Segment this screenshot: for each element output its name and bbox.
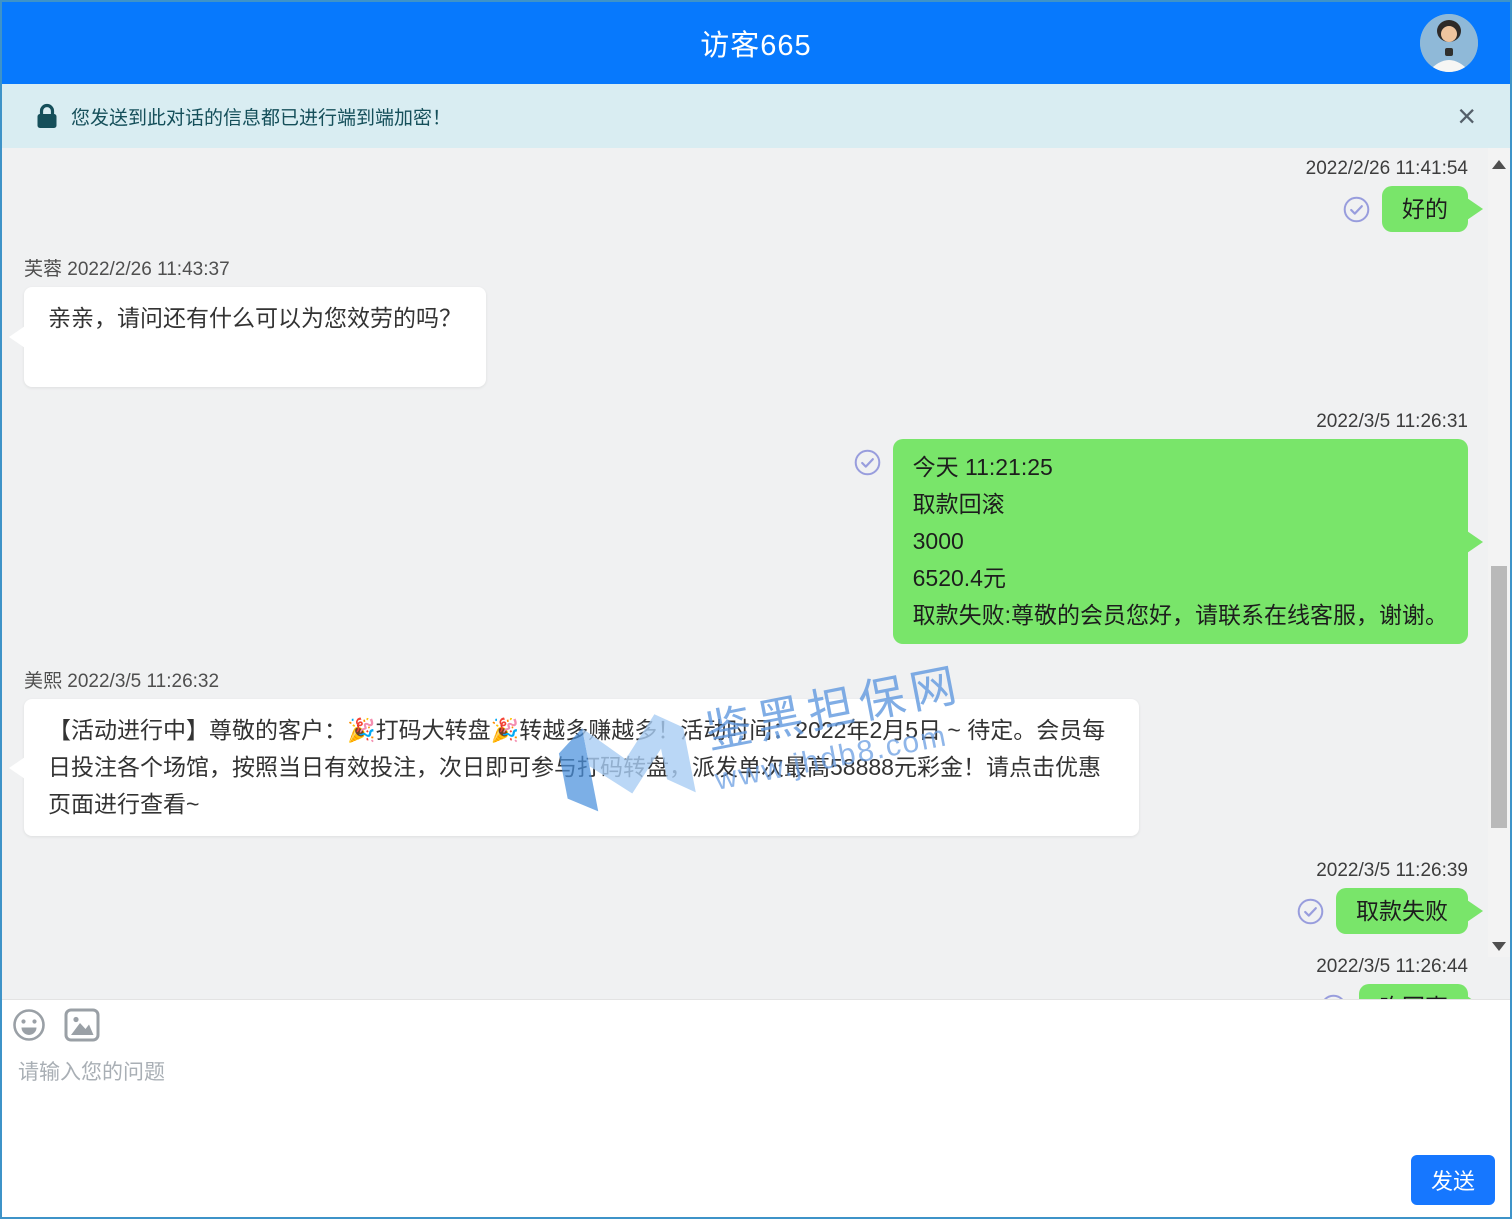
scroll-thumb[interactable] <box>1491 566 1507 828</box>
message-line: 取款回滚 <box>913 486 1448 523</box>
composer-toolbar <box>12 1008 1500 1042</box>
message-bubble: 亲亲，请问还有什么可以为您效劳的吗？ <box>24 287 486 387</box>
message-input[interactable] <box>12 1056 1490 1148</box>
message-outgoing: 今天 11:21:25 取款回滚 3000 6520.4元 取款失败:尊敬的会员… <box>24 439 1468 644</box>
message-line: 6520.4元 <box>913 560 1448 597</box>
scrollbar[interactable] <box>1488 148 1510 957</box>
scroll-down-arrow-icon[interactable] <box>1492 942 1506 951</box>
message-bubble: 好的 <box>1382 186 1468 232</box>
message-outgoing: 取款失败 <box>24 888 1468 934</box>
chat-area: 2022/2/26 11:41:54 好的 芙蓉 2022/2/26 11:43… <box>2 148 1510 999</box>
composer: 发送 <box>2 999 1510 1217</box>
message-timestamp: 2022/2/26 11:41:54 <box>24 158 1468 180</box>
message-bubble: 取款失败 <box>1336 888 1468 934</box>
agent-avatar[interactable] <box>1420 14 1478 72</box>
message-outgoing: 好的 <box>24 186 1468 232</box>
header: 访客665 <box>2 2 1510 84</box>
emoji-icon[interactable] <box>12 1008 46 1042</box>
message-timestamp: 2022/3/5 11:26:44 <box>24 956 1468 978</box>
read-check-icon <box>1343 196 1370 223</box>
message-bubble: 咋回事 <box>1359 984 1468 999</box>
lock-icon <box>36 103 58 129</box>
message-line: 今天 11:21:25 <box>913 449 1448 486</box>
message-line: 取款失败:尊敬的会员您好，请联系在线客服，谢谢。 <box>913 597 1448 634</box>
message-timestamp: 2022/3/5 11:26:39 <box>24 860 1468 882</box>
avatar-image <box>1420 14 1478 72</box>
message-bubble: 今天 11:21:25 取款回滚 3000 6520.4元 取款失败:尊敬的会员… <box>893 439 1468 644</box>
message-line: 3000 <box>913 523 1448 560</box>
read-check-icon <box>854 449 881 476</box>
sender-and-time: 美熙 2022/3/5 11:26:32 <box>24 666 1468 693</box>
send-button[interactable]: 发送 <box>1411 1155 1495 1205</box>
close-icon[interactable]: × <box>1457 100 1476 132</box>
sender-and-time: 芙蓉 2022/2/26 11:43:37 <box>24 254 1468 281</box>
message-outgoing: 咋回事 <box>24 984 1468 999</box>
image-upload-icon[interactable] <box>64 1008 100 1042</box>
message-timestamp: 2022/3/5 11:26:31 <box>24 411 1468 433</box>
read-check-icon <box>1297 898 1324 925</box>
encryption-banner: 您发送到此对话的信息都已进行端到端加密！ × <box>2 84 1510 148</box>
chat-window: 访客665 您发送到此对话的信息都已进行端到端加密！ × 2022/2/26 1… <box>0 0 1512 1219</box>
scroll-up-arrow-icon[interactable] <box>1492 160 1506 169</box>
message-bubble: 【活动进行中】尊敬的客户：🎉打码大转盘🎉转越多赚越多！活动时间：2022年2月5… <box>24 699 1139 836</box>
encryption-text: 您发送到此对话的信息都已进行端到端加密！ <box>71 103 451 130</box>
page-title: 访客665 <box>700 22 811 64</box>
